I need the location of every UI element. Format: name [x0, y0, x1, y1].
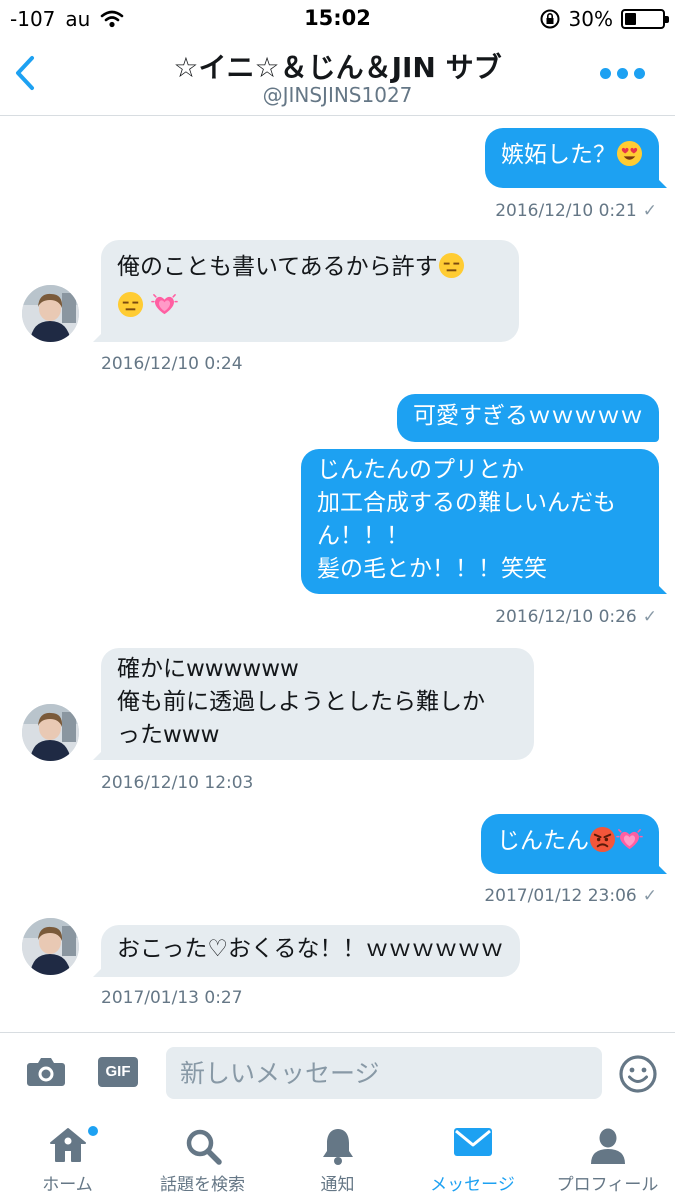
- message-timestamp: 2016/12/10 0:24: [101, 354, 243, 374]
- tab-search[interactable]: 話題を検索: [135, 1112, 270, 1200]
- incoming-message-bubble[interactable]: おこった♡おくるな！！ｗｗｗｗｗｗ: [93, 925, 520, 977]
- message-timestamp: 2017/01/12 23:06 ✓: [484, 886, 657, 906]
- more-options-button[interactable]: [600, 68, 645, 79]
- contact-avatar[interactable]: [22, 285, 79, 342]
- outgoing-message-bubble[interactable]: じんたん: [481, 814, 667, 874]
- person-icon: [590, 1128, 625, 1164]
- incoming-message-bubble[interactable]: 確かにwwwwww 俺も前に透過しようとしたら難しか ったwww: [93, 648, 534, 760]
- more-icon: [600, 68, 611, 79]
- tab-label: ホーム: [42, 1175, 93, 1195]
- message-composer: GIF: [0, 1032, 675, 1112]
- camera-icon[interactable]: [26, 1055, 66, 1087]
- contact-avatar[interactable]: [22, 918, 79, 975]
- home-icon: [49, 1128, 86, 1162]
- expressionless-emoji-icon: [117, 291, 144, 318]
- tab-profile[interactable]: プロフィール: [540, 1112, 675, 1200]
- message-input[interactable]: [166, 1047, 602, 1099]
- search-icon: [186, 1129, 222, 1165]
- incoming-message-bubble[interactable]: 俺のことも書いてあるから許す: [93, 240, 519, 342]
- message-text-line: 確かにwwwwww: [117, 656, 299, 682]
- tab-notifications[interactable]: 通知: [270, 1112, 405, 1200]
- rotation-lock-icon: [540, 9, 560, 29]
- message-text-line: 俺も前に透過しようとしたら難しか: [117, 689, 485, 715]
- message-text-line: 髪の毛とか！！！笑笑: [317, 556, 547, 582]
- tab-label: メッセージ: [430, 1175, 515, 1195]
- home-badge-dot: [88, 1126, 98, 1136]
- contact-avatar[interactable]: [22, 704, 79, 761]
- growing-heart-emoji-icon: [151, 291, 178, 318]
- tab-label: 話題を検索: [160, 1175, 245, 1195]
- message-text-line: 加工合成するの難しいんだも: [317, 490, 616, 516]
- outgoing-message-bubble[interactable]: 可愛すぎるｗｗｗｗｗ: [397, 394, 659, 442]
- bell-icon: [322, 1129, 353, 1165]
- sent-check-icon: ✓: [642, 607, 657, 627]
- battery-percent: 30%: [568, 7, 613, 31]
- sent-check-icon: ✓: [642, 886, 657, 906]
- conversation-title: ☆イニ☆＆じん＆JIN サブ: [173, 51, 502, 84]
- message-text: 可愛すぎるｗｗｗｗｗ: [413, 403, 643, 429]
- tab-label: プロフィール: [556, 1175, 659, 1195]
- message-timestamp: 2016/12/10 0:26 ✓: [495, 607, 657, 627]
- message-text-line: じんたんのプリとか: [317, 457, 524, 483]
- growing-heart-emoji-icon: [616, 826, 643, 853]
- bottom-tab-bar: ホーム 話題を検索 通知 メッセージ プロフィール: [0, 1112, 675, 1200]
- outgoing-message-bubble[interactable]: 嫉妬した？: [485, 128, 667, 188]
- message-text: 俺のことも書いてあるから許す: [117, 254, 438, 280]
- gif-button[interactable]: GIF: [98, 1057, 138, 1087]
- message-text-line: ったwww: [117, 722, 220, 748]
- message-text-line: ん！！！: [317, 523, 409, 549]
- outgoing-message-bubble[interactable]: じんたんのプリとか 加工合成するの難しいんだも ん！！！ 髪の毛とか！！！笑笑: [301, 449, 667, 594]
- expressionless-emoji-icon: [438, 252, 465, 279]
- heart-eyes-emoji-icon: [616, 140, 643, 167]
- battery-icon: [621, 9, 669, 29]
- tab-label: 通知: [320, 1175, 355, 1195]
- message-timestamp: 2017/01/13 0:27: [101, 988, 243, 1008]
- conversation-handle: @JINSJINS1027: [262, 83, 413, 107]
- message-timestamp: 2016/12/10 0:21 ✓: [495, 201, 657, 221]
- message-text: 嫉妬した？: [501, 142, 616, 168]
- message-text: じんたん: [497, 828, 589, 854]
- envelope-icon: [453, 1128, 492, 1156]
- emoji-picker-icon[interactable]: [618, 1054, 658, 1094]
- message-text: おこった♡おくるな！！ｗｗｗｗｗｗ: [117, 936, 504, 962]
- status-bar: -107 au 15:02 30%: [0, 0, 675, 38]
- pouting-face-emoji-icon: [589, 826, 616, 853]
- tab-messages[interactable]: メッセージ: [405, 1112, 540, 1200]
- sent-check-icon: ✓: [642, 201, 657, 221]
- tab-home[interactable]: ホーム: [0, 1112, 135, 1200]
- message-timestamp: 2016/12/10 12:03: [101, 773, 254, 793]
- conversation-header: ☆イニ☆＆じん＆JIN サブ @JINSJINS1027: [0, 38, 675, 116]
